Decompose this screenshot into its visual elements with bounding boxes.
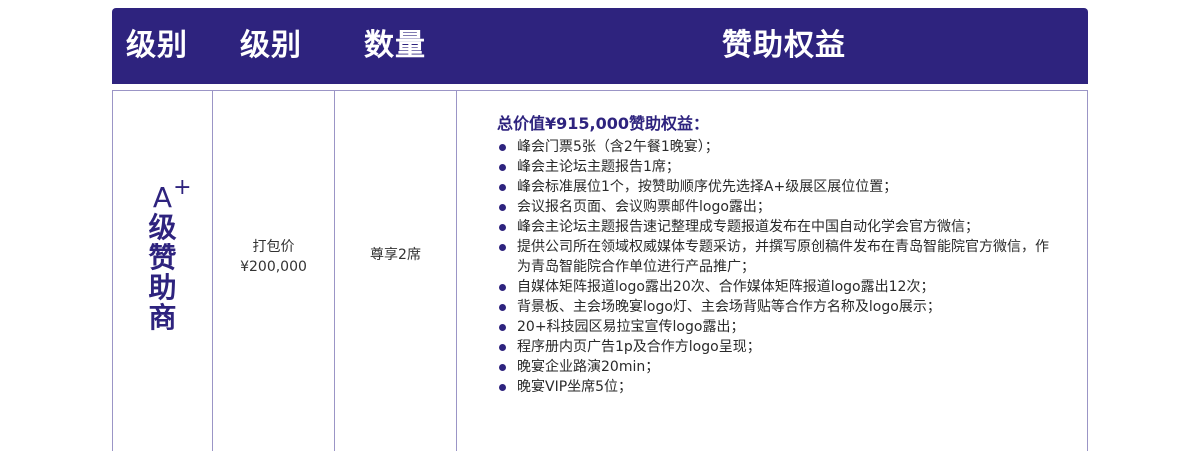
bullet-icon [499, 384, 506, 391]
level-char: 赞 [148, 241, 177, 274]
list-item: 会议报名页面、会议购票邮件logo露出； [497, 197, 1057, 217]
list-item: 程序册内页广告1p及合作方logo呈现； [497, 337, 1057, 357]
list-item: 峰会主论坛主题报告速记整理成专题报道发布在中国自动化学会官方微信； [497, 217, 1057, 237]
list-item: 20+科技园区易拉宝宣传logo露出； [497, 317, 1057, 337]
list-item: 峰会标准展位1个，按赞助顺序优先选择A+级展区展位位置； [497, 177, 1057, 197]
price-label: 打包价 [252, 239, 295, 255]
bullet-icon [499, 184, 506, 191]
bullet-icon [499, 144, 506, 151]
level-char: 助 [148, 271, 177, 304]
column-divider [456, 91, 457, 451]
list-item: 峰会门票5张（含2午餐1晚宴）； [497, 137, 1057, 157]
list-item: 背景板、主会场晚宴logo灯、主会场背贴等合作方名称及logo展示； [497, 297, 1057, 317]
list-item: 峰会主论坛主题报告1席； [497, 157, 1057, 177]
bullet-icon [499, 244, 506, 251]
benefits-list: 峰会门票5张（含2午餐1晚宴）； 峰会主论坛主题报告1席； 峰会标准展位1个，按… [497, 137, 1057, 397]
table-row: A + 级 赞 助 商 打包价 ¥200,000 尊享2席 总价值¥915,000… [112, 90, 1088, 451]
list-item: 晚宴企业路演20min； [497, 357, 1057, 377]
bullet-icon [499, 344, 506, 351]
level-letter: A + [152, 175, 192, 214]
column-divider [334, 91, 335, 451]
price-value: ¥200,000 [240, 259, 307, 275]
bullet-icon [499, 164, 506, 171]
level-char: 商 [148, 301, 177, 334]
bullet-icon [499, 224, 506, 231]
sponsorship-table: 级别 级别 数量 赞助权益 A + 级 赞 助 商 打包价 ¥200,000 尊享… [112, 8, 1088, 451]
quantity-cell: 尊享2席 [370, 247, 421, 263]
bullet-icon [499, 284, 506, 291]
benefits-title: 总价值¥915,000赞助权益： [497, 114, 710, 133]
bullet-icon [499, 364, 506, 371]
level-name: A + 级 赞 助 商 [113, 175, 212, 334]
price-cell: 打包价 ¥200,000 [213, 237, 334, 277]
header-benefits: 赞助权益 [722, 28, 846, 63]
bullet-icon [499, 304, 506, 311]
header-level-1: 级别 [126, 28, 188, 63]
list-item: 晚宴VIP坐席5位； [497, 377, 1057, 397]
bullet-icon [499, 324, 506, 331]
bullet-icon [499, 204, 506, 211]
benefits-cell: 总价值¥915,000赞助权益： 峰会门票5张（含2午餐1晚宴）； 峰会主论坛主… [497, 113, 1057, 397]
header-quantity: 数量 [364, 28, 426, 63]
level-char: 级 [148, 211, 177, 244]
list-item: 提供公司所在领域权威媒体专题采访，并撰写原创稿件发布在青岛智能院官方微信，作为青… [497, 237, 1057, 277]
header-level-2: 级别 [240, 28, 302, 63]
list-item: 自媒体矩阵报道logo露出20次、合作媒体矩阵报道logo露出12次； [497, 277, 1057, 297]
table-header: 级别 级别 数量 赞助权益 [112, 8, 1088, 84]
